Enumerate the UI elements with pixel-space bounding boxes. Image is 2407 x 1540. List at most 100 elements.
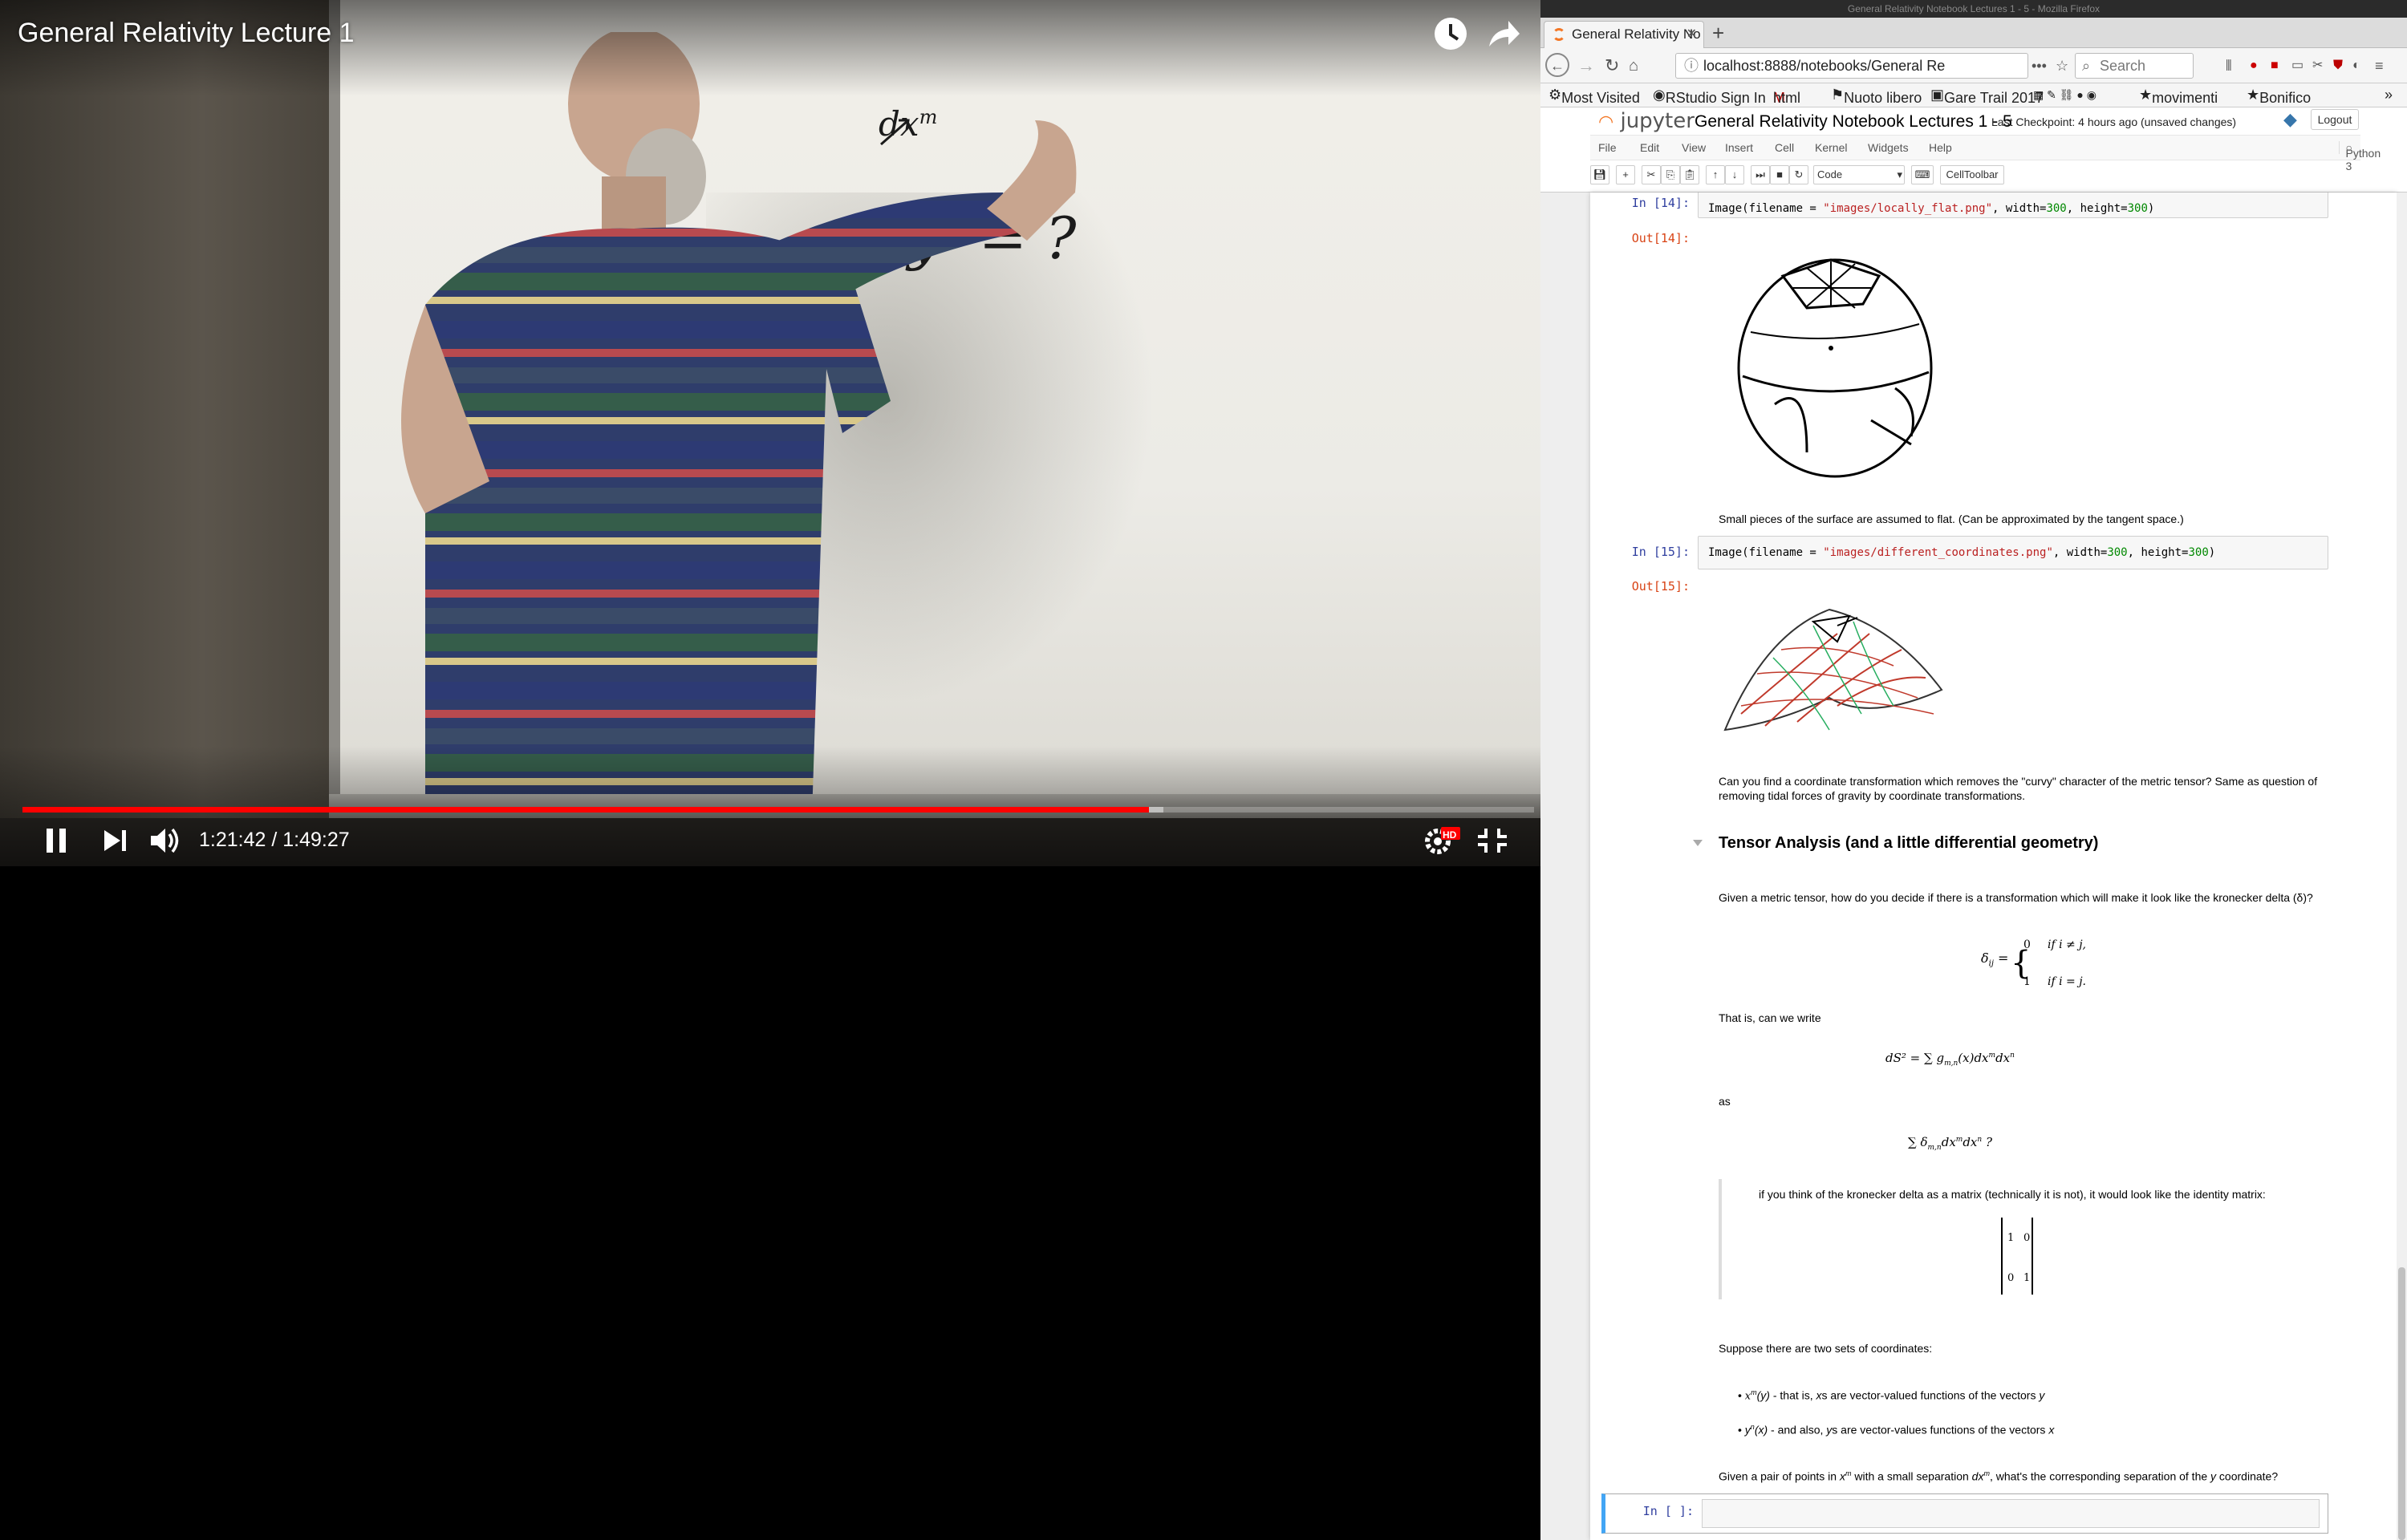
input-prompt: In [15]: xyxy=(1631,545,1690,559)
bookmark-gare[interactable]: ▣ Gare Trail 2017 xyxy=(1930,87,2044,106)
firefox-window: General Relativity Notebook Lectures 1 -… xyxy=(1540,0,2407,1540)
adblock-icon[interactable]: ● xyxy=(2250,55,2258,77)
input-prompt: In [14]: xyxy=(1631,196,1690,210)
menu-file[interactable]: File xyxy=(1598,141,1617,154)
video-player[interactable]: dxm dym= ? General Relativity Lecture 1 xyxy=(0,0,1540,866)
back-icon[interactable]: ← xyxy=(1545,53,1569,77)
library-icon[interactable]: ⫴ xyxy=(2226,55,2232,77)
insert-cell-icon[interactable]: + xyxy=(1616,165,1635,184)
url-bar[interactable]: ⓘ localhost:8888/notebooks/General Re xyxy=(1675,53,2028,79)
matrix-cell: 0 xyxy=(2023,1232,2031,1244)
pause-icon[interactable] xyxy=(35,822,77,859)
python-logo-icon: ◆ xyxy=(2283,109,2297,129)
menu-widgets[interactable]: Widgets xyxy=(1868,141,1909,154)
restart-icon[interactable]: ↻ xyxy=(1789,165,1808,184)
markdown-coordinate-question: Can you find a coordinate transformation… xyxy=(1719,775,2318,802)
markdown-tangent-space: Small pieces of the surface are assumed … xyxy=(1719,513,2184,525)
bookmarks-overflow-icon[interactable]: » xyxy=(2385,87,2393,103)
exit-fullscreen-icon[interactable] xyxy=(1471,822,1513,859)
info-icon[interactable]: ⓘ xyxy=(1684,54,1699,78)
locally-flat-sphere-image xyxy=(1737,258,1933,478)
input-prompt: In [ ]: xyxy=(1642,1504,1694,1518)
notebook-title[interactable]: General Relativity Notebook Lectures 1 -… xyxy=(1695,112,2012,132)
matrix-cell: 1 xyxy=(2023,1272,2031,1284)
bookmark-star-icon[interactable]: ☆ xyxy=(2056,55,2068,77)
case-one: 1 xyxy=(2023,975,2031,988)
identity-matrix: 1 0 0 1 xyxy=(2001,1218,2033,1295)
search-placeholder: Search xyxy=(2100,58,2146,74)
volume-icon[interactable] xyxy=(146,822,188,859)
tab-notebook[interactable]: General Relativity No ✕ xyxy=(1544,21,1704,48)
keyboard-icon[interactable]: ⌨ xyxy=(1911,165,1934,184)
notebook-menubar: File Edit View Insert Cell Kernel Widget… xyxy=(1590,135,2381,172)
search-box[interactable]: ⌕ Search xyxy=(2075,53,2194,79)
tab-title: General Relativity No xyxy=(1572,26,1701,42)
close-tab-icon[interactable]: ✕ xyxy=(1687,22,1697,47)
menu-kernel[interactable]: Kernel xyxy=(1815,141,1847,154)
markdown-separation-question: Given a pair of points in xm with a smal… xyxy=(1719,1469,2279,1483)
menu-icon[interactable]: ≡ xyxy=(2375,55,2384,77)
menu-view[interactable]: View xyxy=(1682,141,1706,154)
menu-insert[interactable]: Insert xyxy=(1725,141,1753,154)
code-input[interactable] xyxy=(1702,1499,2320,1528)
output-prompt: Out[15]: xyxy=(1631,579,1690,594)
copy-icon[interactable]: ⎘ xyxy=(1661,165,1680,184)
tab-bar: General Relativity No ✕ + xyxy=(1540,18,2407,48)
notebook-toolbar: 💾︎ + ✂ ⎘ 📋︎ ↑ ↓ ⏭ ■ ↻ Code ▾ ⌨ CellToolba… xyxy=(1590,165,2360,188)
forward-icon[interactable]: → xyxy=(1577,55,1595,77)
sidebar-icon[interactable]: ▭ xyxy=(2291,55,2303,77)
bookmark-nuoto[interactable]: ⚑ Nuoto libero xyxy=(1831,87,1922,106)
bullet-item: • yn(x) - and also, ys are vector-values… xyxy=(1738,1423,2055,1437)
cell-type-select[interactable]: Code ▾ xyxy=(1813,165,1905,184)
delta-definition: δij = xyxy=(1981,950,2009,969)
privacy-icon[interactable]: ◐ xyxy=(2352,55,2360,77)
jupyter-favicon-icon xyxy=(1553,28,1565,41)
share-arrow-icon[interactable] xyxy=(1484,14,1523,53)
clock-icon[interactable] xyxy=(1431,14,1470,53)
progress-bar[interactable] xyxy=(22,807,1534,813)
logout-button[interactable]: Logout xyxy=(2311,109,2359,130)
case-zero: 0 xyxy=(2023,938,2031,951)
lecturer xyxy=(401,32,1077,866)
new-tab-button[interactable]: + xyxy=(1712,21,1724,45)
markdown-as: as xyxy=(1719,1095,1731,1108)
kronecker-equation: ∑ δm,ndxmdxn ? xyxy=(1908,1135,1992,1152)
collapse-section-icon[interactable] xyxy=(1693,840,1703,846)
cut-icon[interactable]: ✂ xyxy=(1642,165,1661,184)
reload-icon[interactable]: ↻ xyxy=(1605,55,1619,77)
shield-icon[interactable]: ⛊ xyxy=(2333,55,2343,77)
menu-help[interactable]: Help xyxy=(1929,141,1952,154)
extension-icon[interactable]: ■ xyxy=(2271,55,2279,77)
bookmark-rstudio[interactable]: ◉ RStudio Sign In xyxy=(1653,87,1766,106)
menu-edit[interactable]: Edit xyxy=(1640,141,1659,154)
notebook-scrollbar[interactable] xyxy=(2397,192,2407,1540)
bookmark-bonifico[interactable]: ★ Bonifico xyxy=(2247,87,2311,106)
screenshot-icon[interactable]: ✂ xyxy=(2312,55,2323,77)
paste-icon[interactable]: 📋︎ xyxy=(1680,165,1699,184)
celltoolbar-button[interactable]: CellToolbar xyxy=(1940,165,2004,184)
home-icon[interactable]: ⌂ xyxy=(1629,55,1638,77)
save-icon[interactable]: 💾︎ xyxy=(1590,165,1609,184)
jupyter-logo[interactable]: ◠ jupyter xyxy=(1598,109,1695,133)
skip-next-icon[interactable] xyxy=(95,822,136,859)
stop-icon[interactable]: ■ xyxy=(1770,165,1789,184)
bookmark-most-visited[interactable]: ⚙ Most Visited xyxy=(1549,87,1640,106)
left-brace: { xyxy=(2011,945,2032,982)
matrix-cell: 0 xyxy=(2007,1272,2015,1284)
move-up-icon[interactable]: ↑ xyxy=(1706,165,1725,184)
move-down-icon[interactable]: ↓ xyxy=(1725,165,1744,184)
page-actions-icon[interactable]: ••• xyxy=(2032,55,2047,77)
video-title[interactable]: General Relativity Lecture 1 xyxy=(18,18,355,49)
metric-equation: dS² = ∑ gm,n(x)dxmdxn xyxy=(1885,1051,2015,1068)
run-icon[interactable]: ⏭ xyxy=(1751,165,1770,184)
gear-icon[interactable] xyxy=(1420,822,1462,859)
case-one-condition: if i = j. xyxy=(2048,975,2087,988)
nav-bar: ← → ↻ ⌂ ⓘ localhost:8888/notebooks/Gener… xyxy=(1540,48,2407,83)
code-cell-15[interactable]: Image(filename = "images/different_coord… xyxy=(1698,536,2328,569)
selected-empty-cell[interactable]: In [ ]: xyxy=(1601,1493,2328,1534)
menu-cell[interactable]: Cell xyxy=(1775,141,1794,154)
scrollbar-thumb[interactable] xyxy=(2398,1267,2405,1540)
bookmark-movimenti[interactable]: ★ movimenti xyxy=(2139,87,2218,106)
code-cell-14[interactable]: Image(filename = "images/locally_flat.pn… xyxy=(1698,192,2328,218)
bookmark-icons[interactable]: ▦ ✎ ⛓ ● ◉ xyxy=(2033,88,2096,102)
